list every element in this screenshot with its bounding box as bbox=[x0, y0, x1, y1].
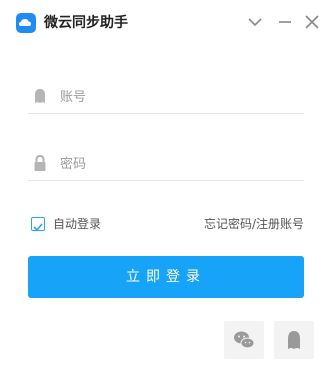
qq-icon bbox=[288, 331, 300, 349]
chevron-down-icon bbox=[248, 18, 262, 27]
minimize-icon bbox=[279, 21, 291, 23]
user-icon bbox=[35, 89, 45, 103]
forgot-password-register-link[interactable]: 忘记密码/注册账号 bbox=[204, 216, 304, 233]
wechat-icon bbox=[234, 331, 255, 349]
login-window: 微云同步助手 自动登录 忘记密码/注册 bbox=[0, 0, 333, 370]
minimize-button[interactable] bbox=[273, 10, 297, 34]
account-input[interactable] bbox=[58, 85, 298, 109]
app-logo-icon bbox=[16, 13, 36, 33]
password-field bbox=[28, 146, 304, 181]
close-button[interactable] bbox=[300, 10, 324, 34]
auto-login-checkbox[interactable] bbox=[31, 217, 45, 232]
password-input[interactable] bbox=[58, 152, 298, 176]
check-icon bbox=[33, 223, 43, 232]
login-button[interactable]: 立即登录 bbox=[28, 256, 304, 298]
app-title: 微云同步助手 bbox=[44, 15, 128, 31]
close-icon bbox=[305, 15, 319, 29]
dropdown-button[interactable] bbox=[243, 10, 267, 34]
lock-icon bbox=[34, 154, 46, 171]
auto-login-label: 自动登录 bbox=[53, 217, 102, 231]
account-field bbox=[28, 79, 304, 114]
wechat-login-button[interactable] bbox=[224, 321, 264, 359]
qq-login-button[interactable] bbox=[274, 321, 314, 359]
